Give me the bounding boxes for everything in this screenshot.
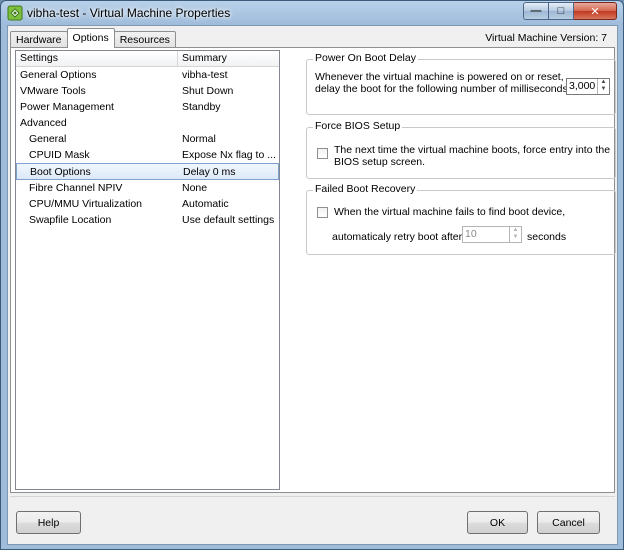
setting-name: General (29, 133, 67, 145)
force-bios-checkbox[interactable] (317, 148, 328, 159)
setting-name: Advanced (20, 117, 67, 129)
spinner-down-icon[interactable]: ▼ (510, 234, 521, 241)
cancel-button-label: Cancel (552, 516, 585, 529)
close-icon: ✕ (590, 5, 600, 18)
list-item[interactable]: Fibre Channel NPIV None (16, 180, 279, 196)
dialog-body: Hardware Options Resources Virtual Machi… (7, 25, 618, 545)
divider (10, 496, 615, 497)
window-controls: — □ ✕ (523, 2, 617, 20)
setting-summary: vibha-test (182, 69, 228, 81)
setting-summary: Standby (182, 101, 221, 113)
setting-name: Swapfile Location (29, 214, 112, 226)
tab-resources[interactable]: Resources (113, 31, 176, 48)
vm-version-label: Virtual Machine Version: 7 (485, 32, 607, 44)
ok-button[interactable]: OK (467, 511, 528, 534)
title-bar[interactable]: vibha-test - Virtual Machine Properties … (1, 1, 623, 25)
spinner-down-icon[interactable]: ▼ (598, 86, 609, 93)
retry-after-label: automaticaly retry boot after (332, 231, 463, 243)
maximize-icon: □ (557, 5, 565, 17)
retry-boot-label: When the virtual machine fails to find b… (334, 206, 566, 218)
list-item[interactable]: Power Management Standby (16, 99, 279, 115)
tab-options[interactable]: Options (66, 28, 115, 48)
boot-options-pane: Power On Boot Delay Whenever the virtual… (306, 48, 616, 492)
close-button[interactable]: ✕ (574, 2, 617, 20)
boot-delay-spinner[interactable]: 3,000 ▲ ▼ (566, 78, 610, 95)
setting-name: CPU/MMU Virtualization (29, 198, 143, 210)
help-button[interactable]: Help (16, 511, 81, 534)
cancel-button[interactable]: Cancel (537, 511, 600, 534)
spinner-up-icon[interactable]: ▲ (510, 227, 521, 234)
vm-properties-icon (7, 5, 23, 21)
list-item[interactable]: CPUID Mask Expose Nx flag to ... (16, 147, 279, 163)
setting-summary: Shut Down (182, 85, 234, 97)
boot-delay-description-line2: delay the boot for the following number … (315, 83, 571, 95)
tab-strip: Hardware Options Resources (10, 28, 176, 48)
list-item[interactable]: General Options vibha-test (16, 67, 279, 83)
help-button-label: Help (37, 516, 60, 529)
spinner-arrows[interactable]: ▲ ▼ (509, 227, 521, 242)
setting-summary: Use default settings (182, 214, 275, 226)
setting-summary: Delay 0 ms (183, 165, 236, 178)
force-bios-setup-group: Force BIOS Setup The next time the virtu… (306, 120, 616, 179)
list-item-selected[interactable]: Boot Options Delay 0 ms (16, 163, 279, 180)
maximize-button[interactable]: □ (549, 2, 574, 20)
setting-name: Boot Options (30, 165, 91, 178)
group-title: Failed Boot Recovery (313, 183, 418, 195)
ok-button-label: OK (489, 516, 506, 529)
failed-boot-recovery-group: Failed Boot Recovery When the virtual ma… (306, 183, 616, 255)
boot-delay-value: 3,000 (569, 80, 596, 92)
list-item[interactable]: VMware Tools Shut Down (16, 83, 279, 99)
setting-name: VMware Tools (20, 85, 86, 97)
options-panel: Settings Summary General Options vibha-t… (10, 47, 616, 493)
settings-list-header: Settings Summary (16, 51, 279, 67)
group-title: Power On Boot Delay (313, 52, 418, 64)
list-item[interactable]: Advanced (16, 115, 279, 131)
column-header-summary[interactable]: Summary (178, 51, 279, 66)
list-item[interactable]: CPU/MMU Virtualization Automatic (16, 196, 279, 212)
setting-name: Fibre Channel NPIV (29, 182, 123, 194)
power-on-boot-delay-group: Power On Boot Delay Whenever the virtual… (306, 52, 616, 115)
settings-list: Settings Summary General Options vibha-t… (15, 50, 280, 490)
setting-name: CPUID Mask (29, 149, 90, 161)
retry-boot-checkbox[interactable] (317, 207, 328, 218)
minimize-icon: — (530, 5, 542, 17)
setting-summary: None (182, 182, 208, 194)
window-title: vibha-test - Virtual Machine Properties (27, 6, 231, 20)
seconds-label: seconds (527, 231, 567, 243)
retry-delay-spinner[interactable]: 10 ▲ ▼ (462, 226, 522, 243)
spinner-up-icon[interactable]: ▲ (598, 79, 609, 86)
minimize-button[interactable]: — (523, 2, 549, 20)
retry-delay-value: 10 (465, 228, 477, 240)
setting-name: Power Management (20, 101, 114, 113)
force-bios-label-line2: BIOS setup screen. (334, 156, 426, 168)
setting-summary: Automatic (182, 198, 229, 210)
setting-summary: Normal (182, 133, 216, 145)
column-header-settings[interactable]: Settings (16, 51, 178, 66)
dialog-window: vibha-test - Virtual Machine Properties … (0, 0, 624, 550)
setting-name: General Options (20, 69, 97, 81)
list-item[interactable]: Swapfile Location Use default settings (16, 212, 279, 228)
tab-hardware[interactable]: Hardware (10, 31, 68, 48)
setting-summary: Expose Nx flag to ... (182, 149, 276, 161)
list-item[interactable]: General Normal (16, 131, 279, 147)
spinner-arrows[interactable]: ▲ ▼ (597, 79, 609, 94)
group-title: Force BIOS Setup (313, 120, 403, 132)
